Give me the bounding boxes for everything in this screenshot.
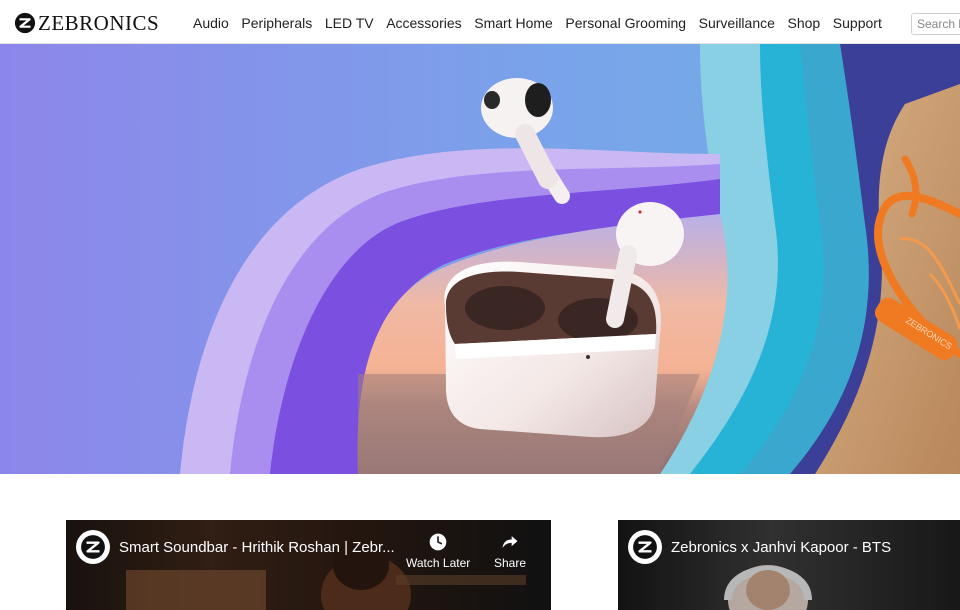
watch-later-label: Watch Later: [406, 556, 471, 570]
nav-led-tv[interactable]: LED TV: [325, 15, 374, 31]
nav-peripherals[interactable]: Peripherals: [241, 15, 312, 31]
watch-later-button[interactable]: Watch Later: [406, 532, 470, 570]
search-input[interactable]: [912, 14, 960, 34]
nav-accessories[interactable]: Accessories: [386, 15, 461, 31]
nav-personal-grooming[interactable]: Personal Grooming: [565, 15, 686, 31]
share-arrow-icon: [502, 536, 518, 548]
nav-audio[interactable]: Audio: [193, 15, 229, 31]
clock-icon: [429, 533, 447, 551]
nav-smart-home[interactable]: Smart Home: [474, 15, 553, 31]
hero-banner[interactable]: ZEBRONICS: [0, 44, 960, 474]
video-card-soundbar[interactable]: Smart Soundbar - Hrithik Roshan | Zebr..…: [66, 520, 551, 610]
share-button[interactable]: Share: [494, 532, 526, 570]
video-title[interactable]: Smart Soundbar - Hrithik Roshan | Zebr..…: [119, 539, 395, 556]
search-box: [911, 13, 960, 35]
brand-logo[interactable]: ZEBRONICS: [14, 11, 159, 35]
channel-avatar[interactable]: [76, 530, 110, 564]
zebronics-logo-icon: [633, 535, 657, 559]
share-label: Share: [494, 556, 527, 570]
nav-support[interactable]: Support: [833, 15, 882, 31]
video-thumbnail: [618, 520, 960, 610]
nav-shop[interactable]: Shop: [788, 15, 821, 31]
hero-artwork: ZEBRONICS: [0, 44, 960, 474]
main-nav: Audio Peripherals LED TV Accessories Sma…: [193, 15, 894, 31]
video-title[interactable]: Zebronics x Janhvi Kapoor - BTS: [671, 539, 891, 556]
nav-surveillance[interactable]: Surveillance: [699, 15, 775, 31]
zebronics-logo-icon: [81, 535, 105, 559]
brand-name: ZEBRONICS: [38, 10, 160, 35]
video-thumbnail: [66, 520, 551, 610]
video-card-janhvi[interactable]: Zebronics x Janhvi Kapoor - BTS: [618, 520, 960, 610]
site-header: ZEBRONICS Audio Peripherals LED TV Acces…: [0, 0, 960, 44]
channel-avatar[interactable]: [628, 530, 662, 564]
zebronics-logo-icon: [14, 12, 36, 34]
